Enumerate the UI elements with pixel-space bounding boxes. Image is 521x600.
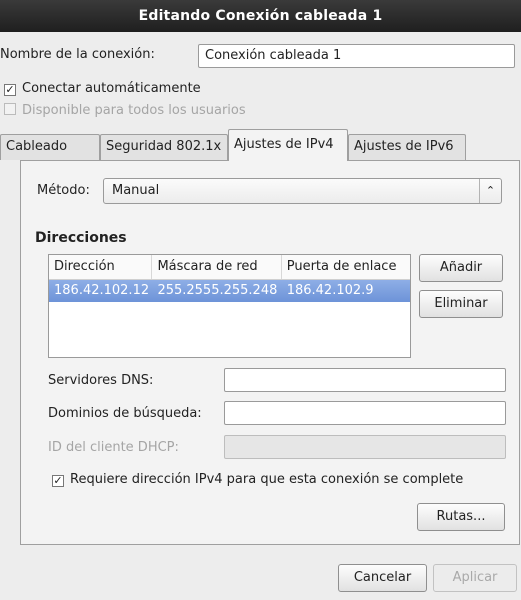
checkbox-empty-icon [4, 103, 16, 115]
method-label: Método: [37, 183, 90, 198]
tab-seguridad-8021x[interactable]: Seguridad 802.1x [100, 134, 228, 160]
check-icon: ✓ [4, 83, 16, 96]
column-header-netmask[interactable]: Máscara de red [152, 255, 282, 279]
method-select[interactable]: Manual ⌃ [103, 178, 502, 204]
all-users-label: Disponible para todos los usuarios [22, 103, 246, 118]
add-button[interactable]: Añadir [419, 254, 503, 282]
column-header-gateway[interactable]: Puerta de enlace [282, 255, 410, 279]
search-domains-label: Dominios de búsqueda: [48, 406, 202, 421]
routes-button[interactable]: Rutas... [417, 503, 505, 531]
tab-cableado[interactable]: Cableado [0, 134, 100, 160]
method-value: Manual [112, 183, 160, 198]
window-title: Editando Conexión cableada 1 [0, 0, 521, 32]
auto-connect-label: Conectar automáticamente [22, 81, 201, 96]
tab-ajustes-ipv6[interactable]: Ajustes de IPv6 [348, 134, 466, 160]
all-users-checkbox[interactable]: Disponible para todos los usuarios [4, 103, 246, 118]
connection-name-label: Nombre de la conexión: [0, 47, 155, 62]
check-icon: ✓ [52, 474, 64, 487]
updown-arrow-icon: ⌃ [479, 179, 501, 203]
cell-address[interactable]: 186.42.102.12 [49, 280, 152, 302]
dns-input[interactable] [224, 368, 506, 392]
cancel-button[interactable]: Cancelar [338, 564, 427, 592]
require-ipv4-checkbox[interactable]: ✓ Requiere dirección IPv4 para que esta c… [52, 472, 463, 487]
dhcp-client-id-input [224, 435, 506, 459]
dns-label: Servidores DNS: [48, 373, 154, 388]
table-header: Dirección Máscara de red Puerta de enlac… [49, 255, 410, 280]
addresses-heading: Direcciones [35, 230, 127, 246]
tab-ajustes-ipv4[interactable]: Ajustes de IPv4 [228, 129, 348, 161]
table-row[interactable]: 186.42.102.12 255.2555.255.248 186.42.10… [49, 280, 410, 302]
addresses-table[interactable]: Dirección Máscara de red Puerta de enlac… [48, 254, 411, 358]
require-ipv4-label: Requiere dirección IPv4 para que esta co… [70, 472, 464, 487]
auto-connect-checkbox[interactable]: ✓ Conectar automáticamente [4, 81, 201, 96]
dhcp-client-id-label: ID del cliente DHCP: [48, 440, 179, 455]
cell-gateway[interactable]: 186.42.102.9 [282, 280, 410, 302]
delete-button[interactable]: Eliminar [419, 290, 503, 318]
apply-button: Aplicar [433, 564, 517, 592]
connection-name-input[interactable]: Conexión cableada 1 [198, 44, 515, 68]
column-header-address[interactable]: Dirección [49, 255, 153, 279]
cell-netmask[interactable]: 255.2555.255.248 [152, 280, 281, 302]
search-domains-input[interactable] [224, 401, 506, 425]
